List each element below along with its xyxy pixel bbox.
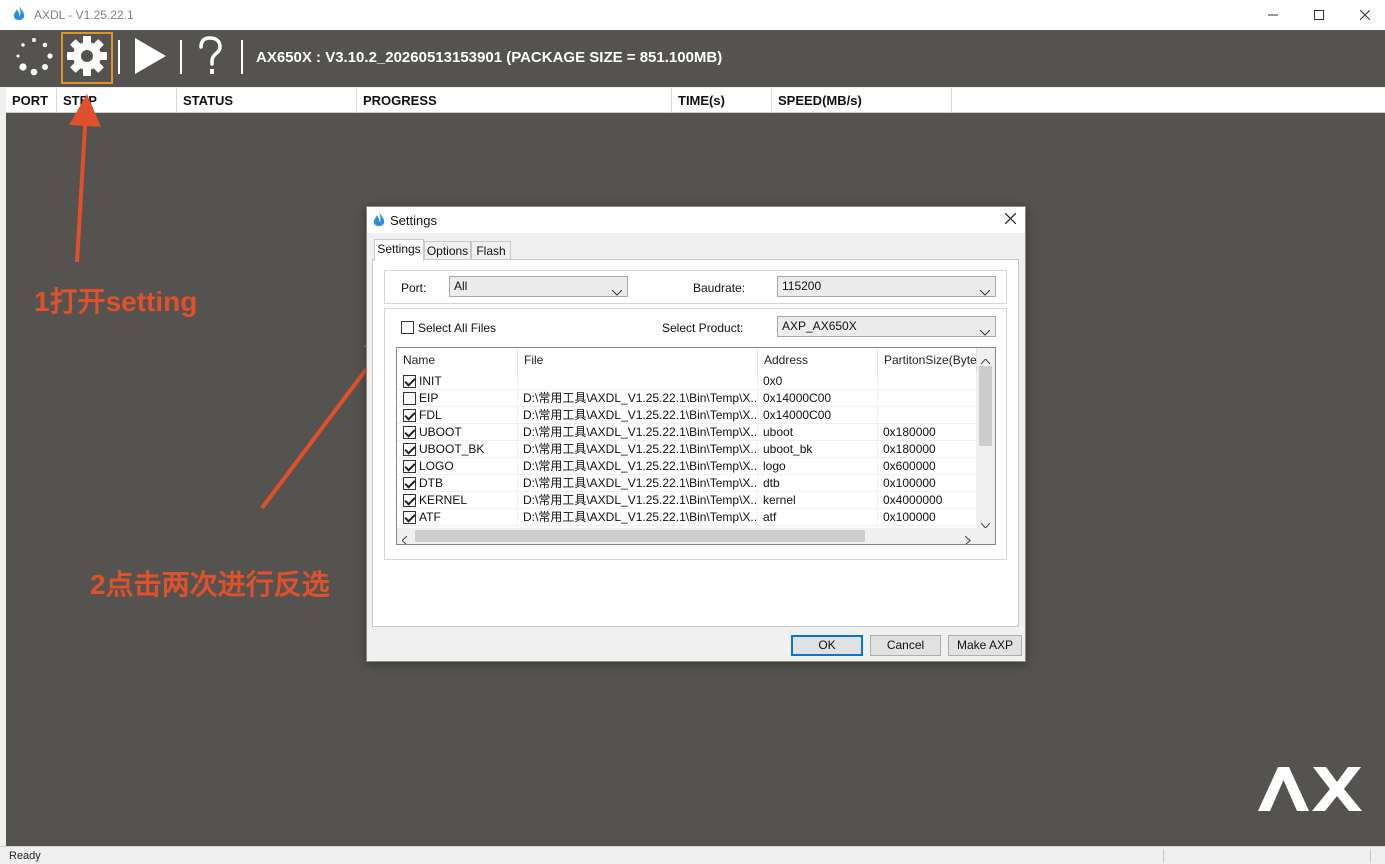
table-row[interactable]: DTB D:\常用工具\AXDL_V1.25.22.1\Bin\Temp\X...…	[397, 475, 977, 492]
port-select-value: All	[454, 279, 468, 293]
vertical-scroll-thumb[interactable]	[979, 366, 992, 446]
row-name: INIT	[397, 373, 518, 390]
ok-button[interactable]: OK	[791, 635, 863, 656]
file-list: Name File Address PartitonSize(Bytes) IN…	[396, 347, 996, 545]
row-file	[518, 373, 758, 390]
port-select[interactable]: All	[449, 276, 628, 297]
row-address: atf	[758, 509, 878, 526]
axdl-app: AXDL - V1.25.22.1 AX650X: V3.10.2_20260…	[0, 0, 1385, 864]
table-row[interactable]: LOGO D:\常用工具\AXDL_V1.25.22.1\Bin\Temp\X..…	[397, 458, 977, 475]
horizontal-scroll-thumb[interactable]	[415, 530, 865, 542]
row-partition-size: 0x100000	[878, 475, 977, 492]
close-icon	[1004, 211, 1016, 229]
row-address: 0x0	[758, 373, 878, 390]
cancel-button[interactable]: Cancel	[870, 635, 941, 656]
row-partition-size: 0x180000	[878, 441, 977, 458]
table-row[interactable]: INIT 0x0	[397, 373, 977, 390]
chevron-down-icon	[979, 323, 991, 342]
header-address[interactable]: Address	[758, 348, 878, 373]
chevron-left-icon[interactable]	[401, 532, 408, 544]
select-all-label[interactable]: Select All Files	[418, 321, 496, 335]
product-select[interactable]: AXP_AX650X	[777, 316, 996, 337]
table-row[interactable]: EIP D:\常用工具\AXDL_V1.25.22.1\Bin\Temp\X...…	[397, 390, 977, 407]
row-file: D:\常用工具\AXDL_V1.25.22.1\Bin\Temp\X...	[518, 424, 758, 441]
row-address: 0x14000C00	[758, 407, 878, 424]
row-partition-size	[878, 407, 977, 424]
row-address: uboot_bk	[758, 441, 878, 458]
row-name: KERNEL	[397, 492, 518, 509]
row-file: D:\常用工具\AXDL_V1.25.22.1\Bin\Temp\X...	[518, 407, 758, 424]
row-name: FDL	[397, 407, 518, 424]
baudrate-label: Baudrate:	[693, 281, 746, 295]
header-file[interactable]: File	[518, 348, 758, 373]
row-name: LOGO	[397, 458, 518, 475]
annotation-step1: 1打开setting	[34, 286, 198, 317]
row-partition-size: 0x4000000	[878, 492, 977, 509]
row-name: EIP	[397, 390, 518, 407]
select-all-checkbox[interactable]	[401, 321, 414, 334]
file-list-header: Name File Address PartitonSize(Bytes)	[397, 348, 987, 373]
status-bar: Ready	[0, 846, 1385, 864]
dialog-titlebar: Settings	[367, 207, 1025, 233]
row-name: UBOOT	[397, 424, 518, 441]
baudrate-select[interactable]: 115200	[777, 276, 996, 297]
tab-settings[interactable]: Settings	[374, 239, 424, 261]
status-text: Ready	[9, 850, 41, 862]
row-file: D:\常用工具\AXDL_V1.25.22.1\Bin\Temp\X...	[518, 492, 758, 509]
status-separator	[1370, 849, 1371, 863]
ax-logo	[1258, 765, 1363, 818]
row-partition-size: 0x600000	[878, 458, 977, 475]
baudrate-select-value: 115200	[782, 279, 822, 293]
header-partition-size[interactable]: PartitonSize(Bytes)	[878, 348, 987, 373]
status-separator	[1163, 849, 1164, 863]
scroll-corner	[977, 528, 995, 544]
row-file: D:\常用工具\AXDL_V1.25.22.1\Bin\Temp\X...	[518, 441, 758, 458]
dialog-title: Settings	[390, 213, 437, 228]
vertical-scrollbar[interactable]	[977, 348, 995, 529]
dialog-close-button[interactable]	[1001, 211, 1019, 229]
chevron-down-icon	[979, 283, 991, 302]
row-partition-size: 0x100000	[878, 509, 977, 526]
row-file: D:\常用工具\AXDL_V1.25.22.1\Bin\Temp\X...	[518, 390, 758, 407]
row-address: uboot	[758, 424, 878, 441]
row-name: UBOOT_BK	[397, 441, 518, 458]
product-select-value: AXP_AX650X	[782, 319, 857, 333]
row-partition-size: 0x180000	[878, 424, 977, 441]
tab-flash[interactable]: Flash	[471, 241, 511, 260]
row-name: ATF	[397, 509, 518, 526]
select-product-label: Select Product:	[662, 321, 744, 335]
row-file: D:\常用工具\AXDL_V1.25.22.1\Bin\Temp\X...	[518, 475, 758, 492]
table-row[interactable]: FDL D:\常用工具\AXDL_V1.25.22.1\Bin\Temp\X...…	[397, 407, 977, 424]
row-partition-size	[878, 373, 977, 390]
row-file: D:\常用工具\AXDL_V1.25.22.1\Bin\Temp\X...	[518, 509, 758, 526]
arrow-to-settings	[69, 94, 102, 263]
row-name: DTB	[397, 475, 518, 492]
make-axp-button[interactable]: Make AXP	[948, 635, 1022, 656]
horizontal-scrollbar[interactable]	[397, 528, 977, 544]
table-row[interactable]: ATF D:\常用工具\AXDL_V1.25.22.1\Bin\Temp\X...…	[397, 509, 977, 526]
row-address: logo	[758, 458, 878, 475]
annotation-step2: 2点击两次进行反选	[90, 569, 330, 600]
chevron-right-icon[interactable]	[964, 532, 971, 544]
table-row[interactable]: UBOOT D:\常用工具\AXDL_V1.25.22.1\Bin\Temp\X.…	[397, 424, 977, 441]
row-file: D:\常用工具\AXDL_V1.25.22.1\Bin\Temp\X...	[518, 458, 758, 475]
flame-icon	[372, 212, 386, 233]
port-label: Port:	[401, 281, 427, 295]
table-row[interactable]: UBOOT_BK D:\常用工具\AXDL_V1.25.22.1\Bin\Temp…	[397, 441, 977, 458]
row-address: dtb	[758, 475, 878, 492]
header-name[interactable]: Name	[397, 348, 518, 373]
chevron-down-icon	[611, 283, 623, 302]
row-address: kernel	[758, 492, 878, 509]
row-address: 0x14000C00	[758, 390, 878, 407]
row-partition-size	[878, 390, 977, 407]
tab-options[interactable]: Options	[424, 241, 471, 260]
table-row[interactable]: KERNEL D:\常用工具\AXDL_V1.25.22.1\Bin\Temp\X…	[397, 492, 977, 509]
